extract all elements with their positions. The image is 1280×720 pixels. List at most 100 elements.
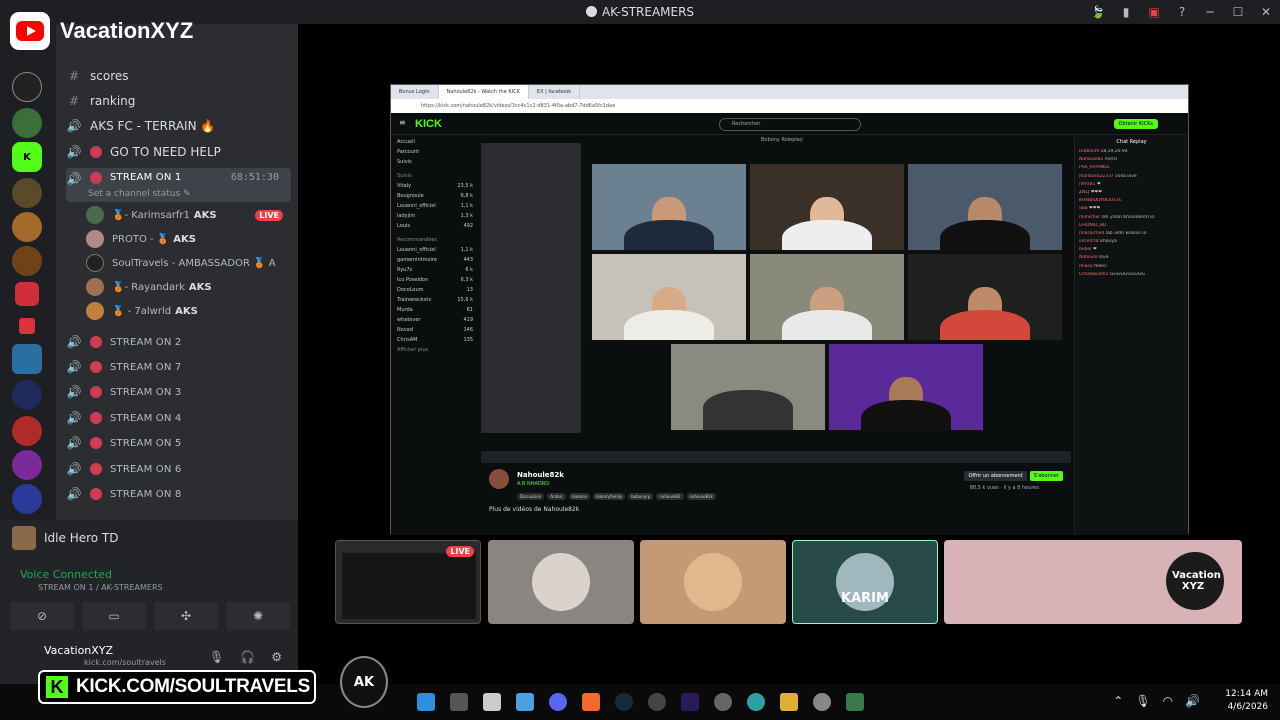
nitro-leaf-icon[interactable]: 🍃 <box>1090 5 1106 19</box>
tag[interactable]: nahoule82 <box>656 493 684 500</box>
browser-tab[interactable]: Bonus Login <box>391 85 439 99</box>
channel-scores[interactable]: # scores <box>66 64 291 88</box>
server-7-icon[interactable] <box>15 282 39 306</box>
recommended-channel[interactable]: Trainwreckstv 15,6 k <box>397 297 473 307</box>
stream-view[interactable]: Bonus Login Nahoule82k - Watch the KICK … <box>390 84 1189 535</box>
channel-ranking[interactable]: # ranking <box>66 89 291 113</box>
browser-tab[interactable]: EX | facebook <box>529 85 581 99</box>
voice-channel-link[interactable]: STREAM ON 1 / AK-STREAMERS <box>38 583 163 592</box>
server-5-icon[interactable] <box>12 212 42 242</box>
tile-participant-3[interactable] <box>640 540 786 624</box>
followed-channel[interactable]: Louis 492 <box>397 223 473 233</box>
close-button[interactable]: ✕ <box>1258 5 1274 19</box>
recommended-channel[interactable]: Ico Poseidon 6,3 k <box>397 277 473 287</box>
app-icon[interactable] <box>483 693 501 711</box>
channel-stream-on-2[interactable]: 🔊 STREAM ON 2 <box>66 330 291 354</box>
app-icon[interactable] <box>516 693 534 711</box>
app-icon[interactable] <box>648 693 666 711</box>
chat-username[interactable]: KRAIBIDDYBOOSTE <box>1079 198 1122 203</box>
tag[interactable]: Arabic <box>547 493 566 500</box>
channel-aks-fc-terrain[interactable]: 🔊 AKS FC - TERRAIN 🔥 <box>66 114 291 138</box>
channel-stream-on-8[interactable]: 🔊 STREAM ON 8 <box>66 482 291 506</box>
kick-logo[interactable]: KICK <box>415 118 442 130</box>
edge-icon[interactable] <box>747 693 765 711</box>
screen-share-icon[interactable]: ▭ <box>82 602 146 630</box>
tile-participant-vacation[interactable]: Vacation XYZ <box>944 540 1242 624</box>
recommended-channel[interactable]: Novad 146 <box>397 327 473 337</box>
tile-screen-share[interactable]: LIVE <box>335 540 481 624</box>
chat-username[interactable]: Sbb <box>1079 206 1088 211</box>
chat-username[interactable]: ZNLJ <box>1079 190 1089 195</box>
server-11-icon[interactable] <box>12 416 42 446</box>
channel-go-to-need-help[interactable]: 🔊 GO TO NEED HELP <box>66 140 291 164</box>
premiere-icon[interactable] <box>681 693 699 711</box>
maximize-button[interactable]: ☐ <box>1230 5 1246 19</box>
activity-card[interactable]: Idle Hero TD <box>12 526 119 550</box>
tag[interactable]: bobona <box>568 493 590 500</box>
kick-search[interactable]: Rechercher <box>719 118 861 131</box>
chat-username[interactable]: nfmr81 <box>1079 182 1095 187</box>
followed-channel[interactable]: Bougnoule 6,8 k <box>397 193 473 203</box>
chat-username[interactable]: Nahoule82 <box>1079 157 1103 162</box>
tile-participant-karim[interactable]: KARIM <box>792 540 938 624</box>
app-icon[interactable] <box>846 693 864 711</box>
nav-following[interactable]: Suivis <box>397 159 473 169</box>
gift-sub-button[interactable]: Offrir un abonnement <box>964 471 1027 481</box>
recommended-channel[interactable]: gamemintmoire 443 <box>397 257 473 267</box>
server-2-icon[interactable] <box>12 108 42 138</box>
chat-username[interactable]: Nahoule <box>1079 255 1098 260</box>
chat-username[interactable]: PSK_RAYANEE <box>1079 165 1110 170</box>
recommended-channel[interactable]: ChrisAM 135 <box>397 337 473 347</box>
voice-user[interactable]: 🥉- Rayandark AKS <box>86 276 291 298</box>
start-icon[interactable] <box>417 693 435 711</box>
server-13-icon[interactable] <box>12 484 42 514</box>
streamer-name[interactable]: Nahoule82k <box>517 471 564 479</box>
obs-icon[interactable] <box>714 693 732 711</box>
channel-status[interactable]: Set a channel status ✎ <box>88 189 191 199</box>
voice-user[interactable]: 🥉- Karimsarfr1 AKS LIVE <box>86 204 291 226</box>
channel-stream-on-4[interactable]: 🔊 STREAM ON 4 <box>66 406 291 430</box>
voice-user[interactable]: SoulTravels - AMBASSADOR 🥉 A <box>86 252 291 274</box>
minimize-button[interactable]: ─ <box>1202 5 1218 19</box>
browser-address-bar[interactable]: https://kick.com/nahoule82k/videos/3cc4c… <box>391 99 1188 113</box>
server-6-icon[interactable] <box>12 246 42 276</box>
volume-icon[interactable]: 🔊 <box>1185 694 1200 708</box>
chat-username[interactable]: mimicher <box>1079 215 1100 220</box>
settings-icon[interactable]: ⚙ <box>271 650 282 664</box>
activities-icon[interactable]: ✣ <box>154 602 218 630</box>
follow-button[interactable]: S'abonner <box>1029 471 1063 481</box>
server-10-icon[interactable] <box>12 380 42 410</box>
chevron-up-icon[interactable]: ⌃ <box>1113 694 1123 708</box>
recommended-channel[interactable]: Louanni_officiel 1,1 k <box>397 247 473 257</box>
wifi-icon[interactable]: ◠ <box>1163 694 1173 708</box>
chat-username[interactable]: intrinfrat <box>1079 239 1099 244</box>
microphone-icon[interactable]: 🎙 <box>209 650 224 664</box>
brave-icon[interactable] <box>582 693 600 711</box>
tag[interactable]: Discussion <box>517 493 545 500</box>
task-view-icon[interactable] <box>450 693 468 711</box>
username[interactable]: VacationXYZ <box>44 644 113 657</box>
recommended-channel[interactable]: DocoLoum 13 <box>397 287 473 297</box>
streamer-avatar[interactable] <box>489 469 509 489</box>
server-4-icon[interactable] <box>12 178 42 208</box>
tag[interactable]: bobonyrp <box>628 493 654 500</box>
nav-home[interactable]: Accueil <box>397 139 473 149</box>
show-more-link[interactable]: Afficher plus <box>397 347 473 357</box>
player-controls[interactable] <box>481 451 1071 463</box>
channel-stream-on-6[interactable]: 🔊 STREAM ON 6 <box>66 457 291 481</box>
chat-username[interactable]: bebel <box>1079 247 1092 252</box>
chat-username[interactable]: mlasarmed <box>1079 231 1104 236</box>
bookmark-icon[interactable]: ▮ <box>1118 5 1134 19</box>
chat-username[interactable]: Diablo49 <box>1079 149 1099 154</box>
headphones-icon[interactable]: 🎧 <box>240 650 255 664</box>
soundboard-icon[interactable]: ✺ <box>226 602 290 630</box>
voice-user[interactable]: 🥉 - 7alwrld AKS <box>86 300 291 322</box>
tag[interactable]: nahoule82k <box>686 493 716 500</box>
channel-stream-on-7[interactable]: 🔊 STREAM ON 7 <box>66 355 291 379</box>
server-12-icon[interactable] <box>12 450 42 480</box>
followed-channel[interactable]: Louanni_officiel 1,1 k <box>397 203 473 213</box>
voice-user[interactable]: PROTO - 🥉 AKS <box>86 228 291 250</box>
followed-channel[interactable]: Vitaly 23,5 k <box>397 183 473 193</box>
clock[interactable]: 12:14 AM 4/6/2026 <box>1225 688 1268 714</box>
mic-tray-icon[interactable]: 🎙 <box>1135 694 1150 708</box>
